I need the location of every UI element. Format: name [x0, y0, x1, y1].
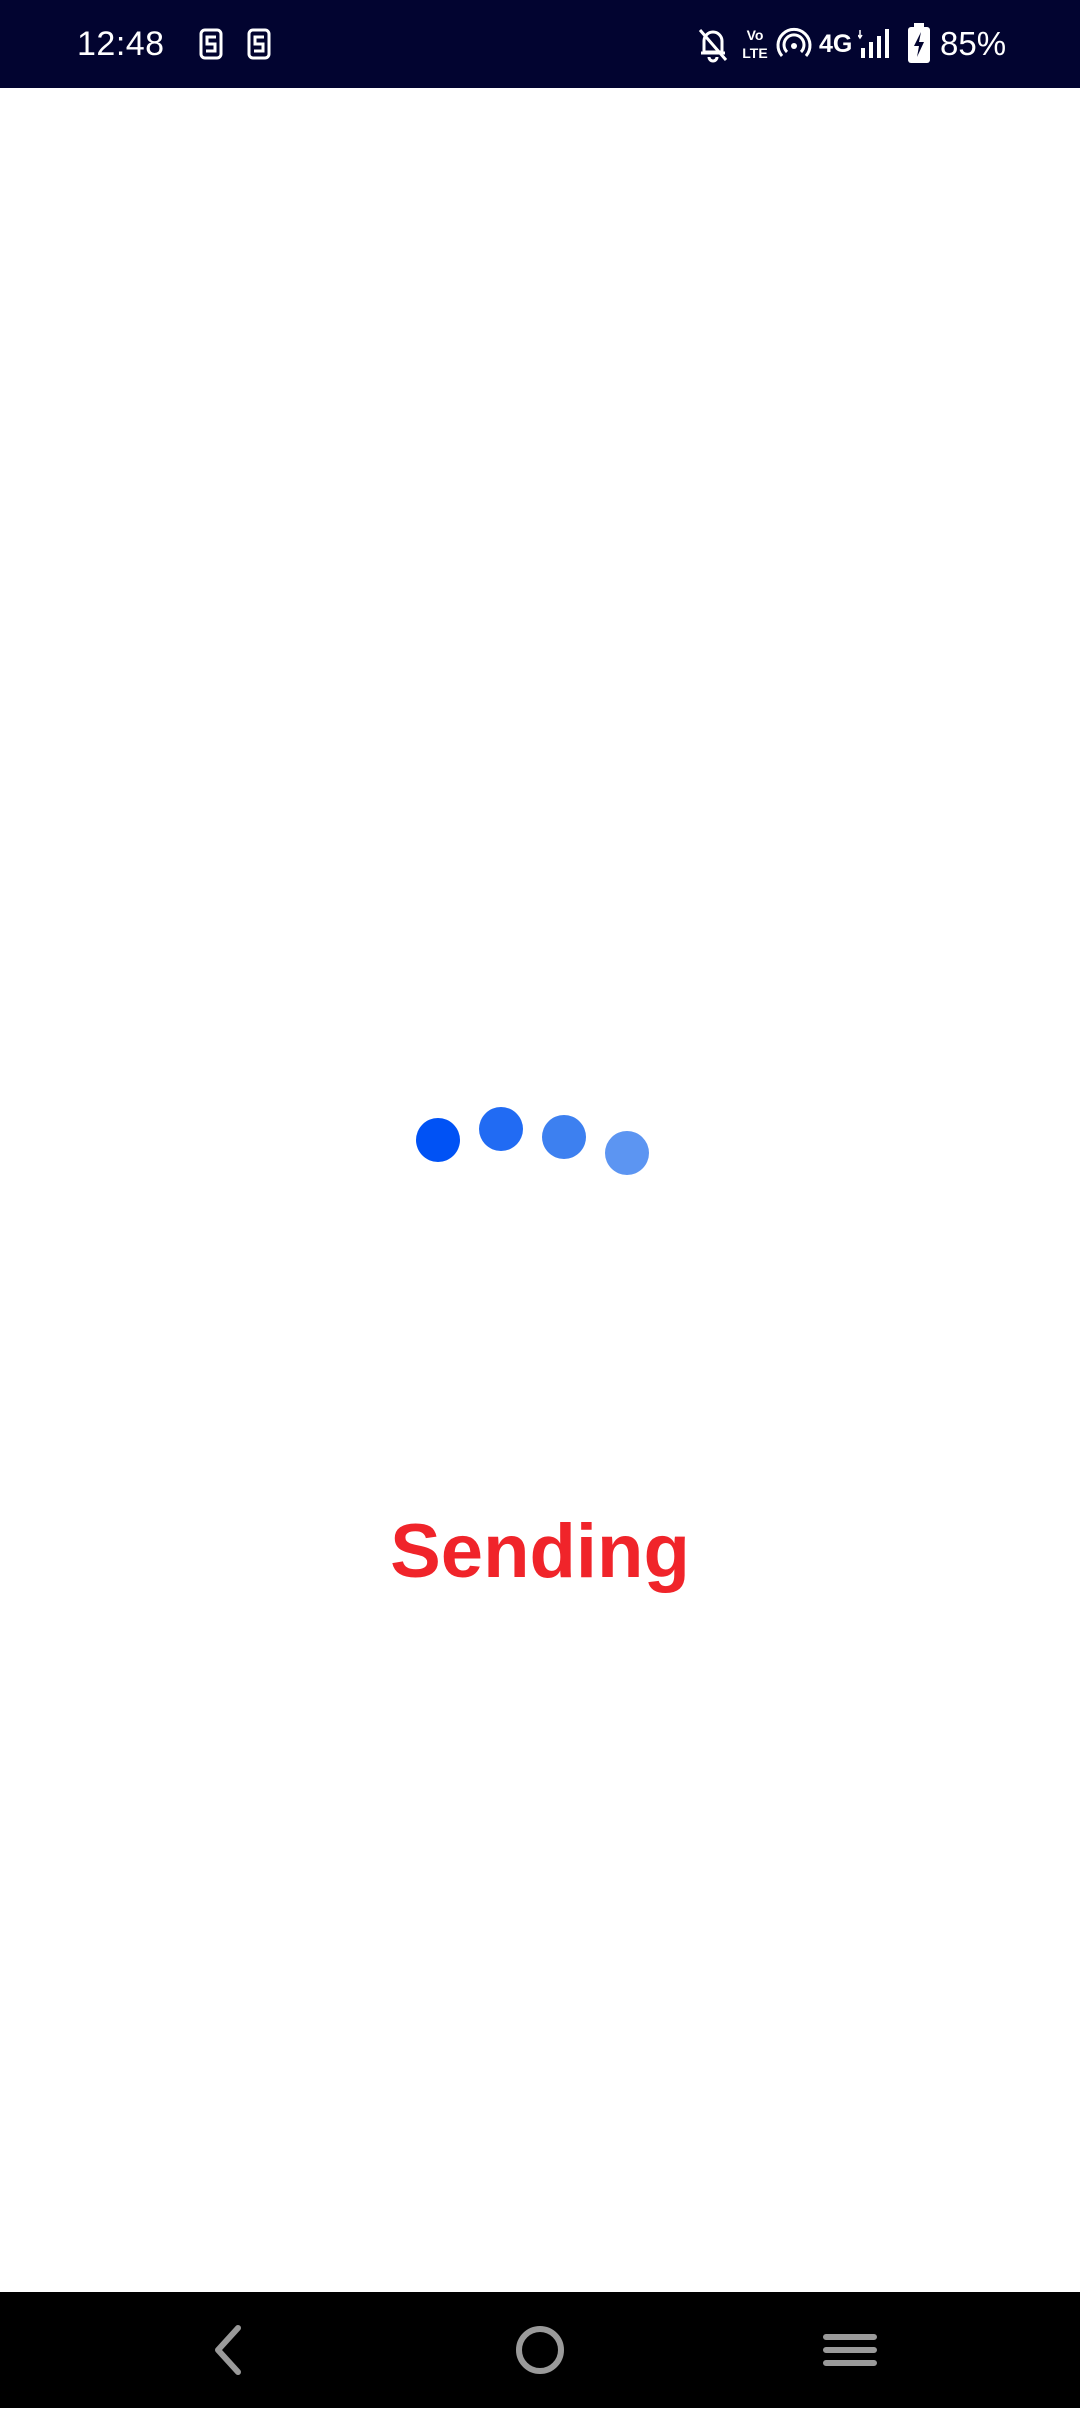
back-icon: [215, 2325, 241, 2375]
battery-percent: 85%: [940, 25, 1007, 62]
loading-indicator: [0, 88, 1080, 2292]
loader-dot: [479, 1107, 523, 1151]
svg-text:Vo: Vo: [747, 27, 764, 43]
battery-charging-icon: [908, 23, 930, 63]
navigation-bar: [0, 2292, 1080, 2408]
recents-button[interactable]: [790, 2292, 910, 2408]
menu-icon: [823, 2334, 877, 2366]
home-icon: [516, 2326, 564, 2374]
volte-icon: Vo LTE: [742, 27, 767, 61]
sending-status-text: Sending: [390, 1509, 690, 1594]
bell-muted-icon: [698, 29, 728, 63]
notification-s-icon: [247, 28, 271, 60]
back-button[interactable]: [168, 2292, 288, 2408]
status-bar: 12:48 Vo LTE 4G 85%: [0, 0, 1080, 88]
signal-icon: [858, 29, 889, 58]
network-type: 4G: [819, 30, 853, 58]
status-time: 12:48: [77, 25, 165, 63]
svg-text:LTE: LTE: [742, 45, 767, 61]
loader-dot: [416, 1118, 460, 1162]
notification-s-icon: [199, 28, 223, 60]
sending-screen: Sending: [0, 88, 1080, 2292]
home-button[interactable]: [480, 2292, 600, 2408]
hotspot-icon: [776, 27, 812, 57]
loader-dot: [542, 1115, 586, 1159]
loader-dot: [605, 1131, 649, 1175]
